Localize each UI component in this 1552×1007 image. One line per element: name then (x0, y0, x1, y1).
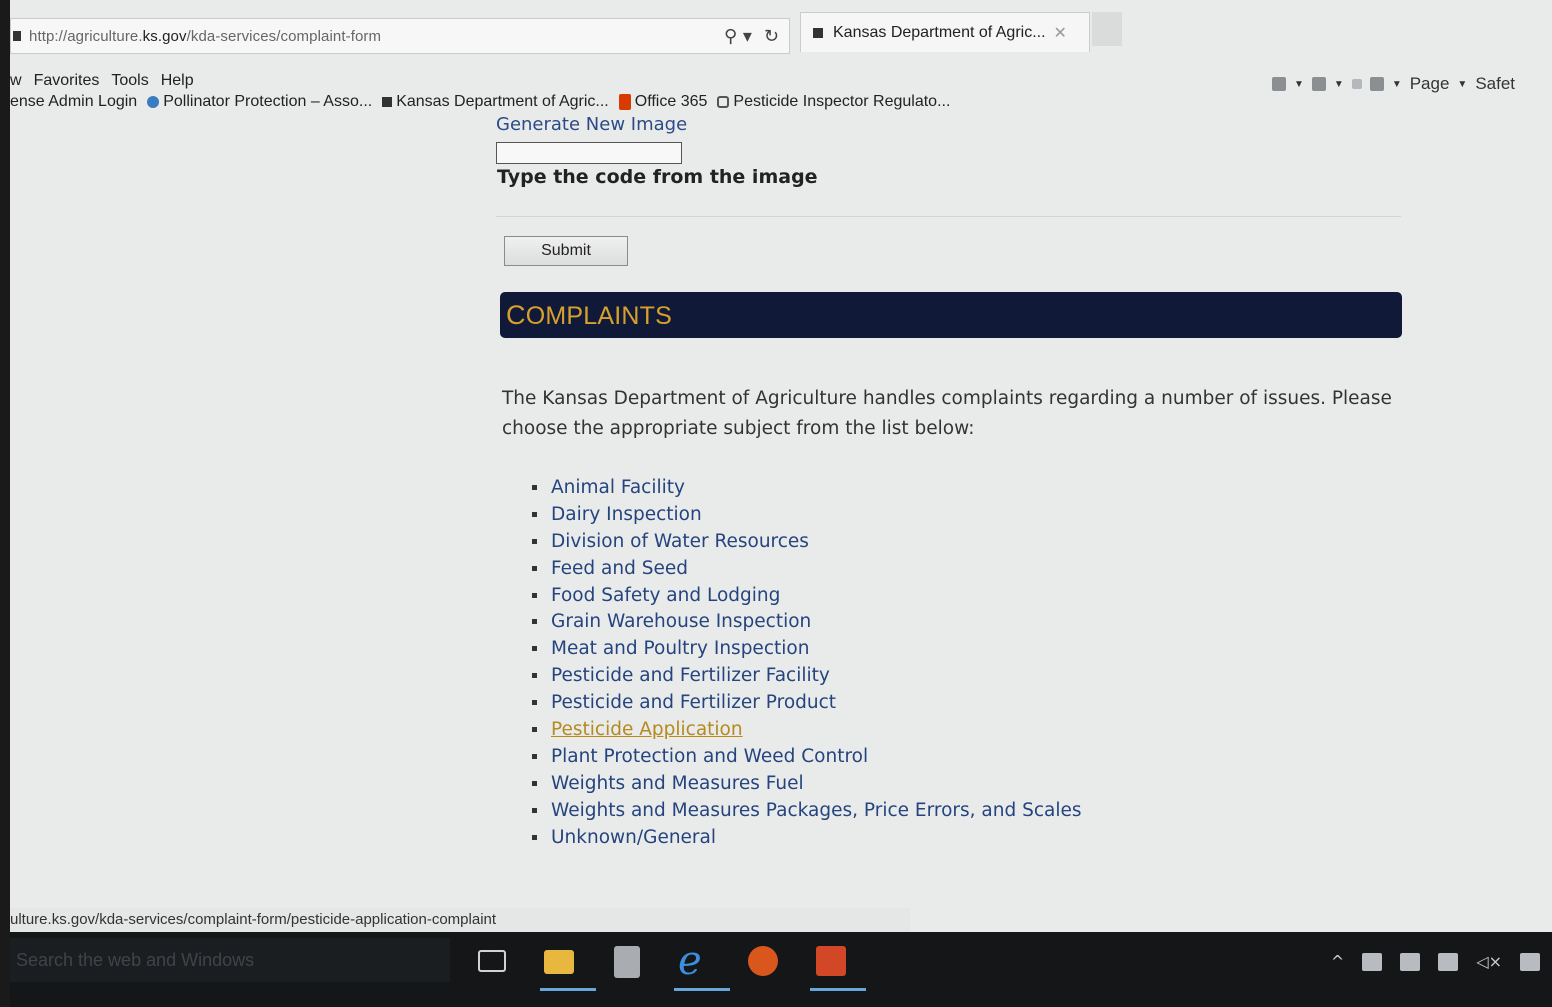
notifications-icon[interactable] (1520, 952, 1540, 971)
subject-link-meat-poultry[interactable]: Meat and Poultry Inspection (532, 635, 1081, 662)
taskbar: Search the web and Windows e ^ ◁× (10, 932, 1552, 1007)
address-host: ks.gov (142, 27, 187, 45)
favorite-label: Pollinator Protection – Asso... (163, 93, 373, 110)
battery-icon[interactable] (1400, 952, 1421, 971)
favorite-pesticide-inspector[interactable]: Pesticide Inspector Regulato... (717, 93, 950, 111)
page-menu[interactable]: Page (1410, 74, 1450, 94)
favorite-label: Kansas Department of Agric... (396, 93, 609, 110)
mail-icon[interactable] (1351, 79, 1362, 89)
captcha-code-label: Type the code from the image (497, 166, 818, 188)
complaints-title-lead: C (506, 299, 526, 330)
favorite-pollinator-protection[interactable]: Pollinator Protection – Asso... (147, 93, 372, 111)
subject-link-grain-warehouse[interactable]: Grain Warehouse Inspection (532, 608, 1081, 635)
subject-link-pesticide-fertilizer-facility[interactable]: Pesticide and Fertilizer Facility (532, 662, 1081, 689)
active-app-indicator (810, 988, 866, 991)
subject-link-animal-facility[interactable]: Animal Facility (532, 474, 1081, 501)
chevron-down-icon[interactable]: ▼ (1457, 79, 1467, 90)
favorite-label: ense Admin Login (10, 93, 138, 110)
tab-title: Kansas Department of Agric... (833, 23, 1046, 41)
subject-link-weights-measures-fuel[interactable]: Weights and Measures Fuel (532, 770, 1081, 797)
file-explorer-icon[interactable] (544, 950, 574, 974)
address-bar-actions: ⚲ ▾ ↻ (724, 26, 779, 47)
page-favicon-icon (13, 31, 21, 41)
search-icon[interactable]: ⚲ ▾ (724, 26, 752, 47)
document-icon (382, 97, 393, 107)
complaints-intro: The Kansas Department of Agriculture han… (502, 388, 1392, 439)
complaints-title: COMPLAINTS (506, 300, 672, 331)
chevron-down-icon[interactable]: ▼ (1334, 79, 1344, 90)
refresh-icon[interactable]: ↻ (764, 26, 779, 47)
subject-link-food-safety[interactable]: Food Safety and Lodging (532, 582, 1081, 609)
tab-favicon-icon (813, 27, 823, 38)
taskbar-search-input[interactable]: Search the web and Windows (10, 938, 450, 982)
browser-tab[interactable]: Kansas Department of Agric... ✕ (800, 12, 1090, 52)
command-bar: ▼ ▼ ▼ Page ▼ Safet (1272, 74, 1515, 94)
favorite-label: Office 365 (634, 93, 708, 110)
submit-button[interactable]: Submit (504, 236, 628, 266)
favorites-bar: ense Admin Login Pollinator Protection –… (10, 88, 1010, 116)
address-path: /kda-services/complaint-form (186, 27, 382, 45)
active-app-indicator (540, 988, 596, 991)
subject-link-dairy-inspection[interactable]: Dairy Inspection (532, 501, 1081, 528)
address-bar[interactable]: http://agriculture.ks.gov/kda-services/c… (10, 18, 790, 54)
subject-link-weights-measures-packages[interactable]: Weights and Measures Packages, Price Err… (532, 797, 1081, 824)
volume-muted-icon[interactable]: ◁× (1476, 952, 1502, 971)
favorite-label: Pesticide Inspector Regulato... (733, 93, 951, 110)
divider (496, 216, 1401, 217)
chevron-down-icon[interactable]: ▼ (1392, 79, 1402, 90)
safety-menu[interactable]: Safet (1475, 74, 1515, 94)
subject-link-pesticide-application[interactable]: Pesticide Application (532, 716, 1081, 743)
chevron-down-icon[interactable]: ▼ (1294, 79, 1304, 90)
favorite-kansas-agriculture[interactable]: Kansas Department of Agric... (382, 93, 609, 111)
task-view-icon[interactable] (478, 950, 506, 972)
complaint-subject-list: Animal Facility Dairy Inspection Divisio… (532, 474, 1081, 850)
captcha-code-input[interactable] (496, 142, 682, 164)
security-icon[interactable] (1362, 952, 1383, 971)
status-bar-url: ulture.ks.gov/kda-services/complaint-for… (10, 908, 910, 932)
screen: http://agriculture.ks.gov/kda-services/c… (10, 0, 1552, 1007)
subject-link-unknown-general[interactable]: Unknown/General (532, 824, 1081, 851)
print-icon[interactable] (1369, 77, 1384, 91)
firefox-icon[interactable] (748, 946, 778, 976)
home-icon[interactable] (1272, 77, 1286, 91)
generate-new-image-link[interactable]: Generate New Image (496, 114, 687, 135)
internet-explorer-icon[interactable]: e (678, 941, 708, 981)
address-prefix: http://agriculture. (29, 27, 143, 45)
subject-link-feed-and-seed[interactable]: Feed and Seed (532, 555, 1081, 582)
powerpoint-icon[interactable] (816, 946, 846, 976)
feeds-icon[interactable] (1311, 77, 1326, 91)
subject-link-plant-protection[interactable]: Plant Protection and Weed Control (532, 743, 1081, 770)
office-icon (618, 94, 631, 110)
new-tab-button[interactable] (1092, 12, 1122, 46)
wordpress-icon (147, 96, 160, 108)
network-icon[interactable] (1438, 952, 1459, 971)
active-app-indicator (674, 988, 730, 991)
complaints-title-rest: OMPLAINTS (525, 301, 672, 330)
complaints-header: COMPLAINTS (500, 292, 1402, 338)
close-tab-icon[interactable]: ✕ (1054, 23, 1067, 42)
system-tray: ^ ◁× (1331, 952, 1540, 971)
favorite-office-365[interactable]: Office 365 (618, 93, 708, 111)
page-icon (717, 96, 730, 108)
favorite-admin-login[interactable]: ense Admin Login (10, 93, 137, 111)
subject-link-pesticide-fertilizer-product[interactable]: Pesticide and Fertilizer Product (532, 689, 1081, 716)
chevron-up-icon[interactable]: ^ (1331, 952, 1344, 971)
calculator-icon[interactable] (614, 946, 640, 978)
subject-link-water-resources[interactable]: Division of Water Resources (532, 528, 1081, 555)
address-url[interactable]: http://agriculture.ks.gov/kda-services/c… (29, 28, 381, 45)
